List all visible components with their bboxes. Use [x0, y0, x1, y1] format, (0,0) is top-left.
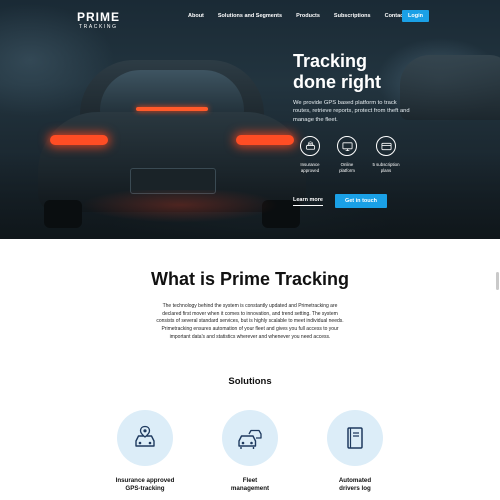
hero-light-reflection: [40, 190, 320, 239]
hero-description: We provide GPS based platform to track r…: [293, 100, 410, 123]
logo-main-text: PRIME: [77, 10, 121, 24]
feature-insurance: Insurance approved: [290, 136, 330, 173]
nav-links: About Solutions and Segments Products Su…: [188, 13, 405, 19]
feature-label: Online platform: [327, 162, 367, 173]
nav-link-products[interactable]: Products: [296, 13, 320, 19]
fleet-cars-icon: [222, 410, 278, 466]
solution-gps-tracking[interactable]: Insurance approved GPS-tracking: [95, 410, 195, 493]
solution-label-line2: drivers log: [339, 485, 371, 492]
car-shield-icon: [300, 136, 320, 156]
solution-label-line2: GPS-tracking: [125, 485, 165, 492]
feature-label-line2: platform: [339, 167, 355, 173]
hero-title-line2: done right: [293, 72, 381, 92]
feature-label-line1: Insurance: [300, 162, 320, 167]
what-is-title: What is Prime Tracking: [150, 269, 350, 289]
logbook-icon: [327, 410, 383, 466]
feature-label-line1: Online: [340, 162, 354, 167]
login-button[interactable]: Login: [402, 10, 429, 22]
solution-drivers-log[interactable]: Automated drivers log: [305, 410, 405, 493]
solution-label-line1: Fleet: [242, 477, 258, 484]
solution-fleet-management[interactable]: Fleet management: [200, 410, 300, 493]
nav-link-about[interactable]: About: [188, 13, 204, 19]
solution-label: Insurance approved GPS-tracking: [95, 477, 195, 493]
nav-link-subscriptions[interactable]: Subscriptions: [334, 13, 371, 19]
solution-label-line2: management: [230, 485, 270, 492]
get-in-touch-button[interactable]: Get in touch: [335, 194, 387, 208]
solution-label-line1: Insurance approved: [115, 477, 175, 484]
solution-label: Automated drivers log: [305, 477, 405, 493]
credit-card-icon: [376, 136, 396, 156]
feature-subscription: 5 subscription plans: [366, 136, 406, 173]
logo-sub-text: TRACKING: [79, 24, 118, 30]
feature-online: Online platform: [327, 136, 367, 173]
feature-label-line2: plans: [380, 167, 392, 173]
feature-label-line2: approved: [300, 167, 320, 173]
what-is-description: The technology behind the system is cons…: [156, 303, 344, 340]
learn-more-link[interactable]: Learn more: [293, 197, 323, 206]
scrollbar-thumb[interactable]: [496, 272, 499, 290]
hero-features: Insurance approved Online platform 5 sub…: [290, 136, 410, 180]
hero-title-line1: Tracking: [293, 51, 368, 71]
feature-label: Insurance approved: [290, 162, 330, 173]
monitor-icon: [337, 136, 357, 156]
hero-section: PRIME TRACKING About Solutions and Segme…: [0, 0, 500, 239]
solution-label-line1: Automated: [338, 477, 372, 484]
solution-label: Fleet management: [200, 477, 300, 493]
top-navigation: PRIME TRACKING About Solutions and Segme…: [0, 0, 500, 36]
nav-link-solutions[interactable]: Solutions and Segments: [218, 13, 282, 19]
car-location-icon: [117, 410, 173, 466]
feature-label: 5 subscription plans: [366, 162, 406, 173]
solutions-title: Solutions: [228, 376, 272, 387]
logo[interactable]: PRIME TRACKING: [77, 11, 119, 31]
hero-title: Tracking done right: [293, 51, 433, 93]
feature-label-line1: 5 subscription: [372, 162, 400, 167]
